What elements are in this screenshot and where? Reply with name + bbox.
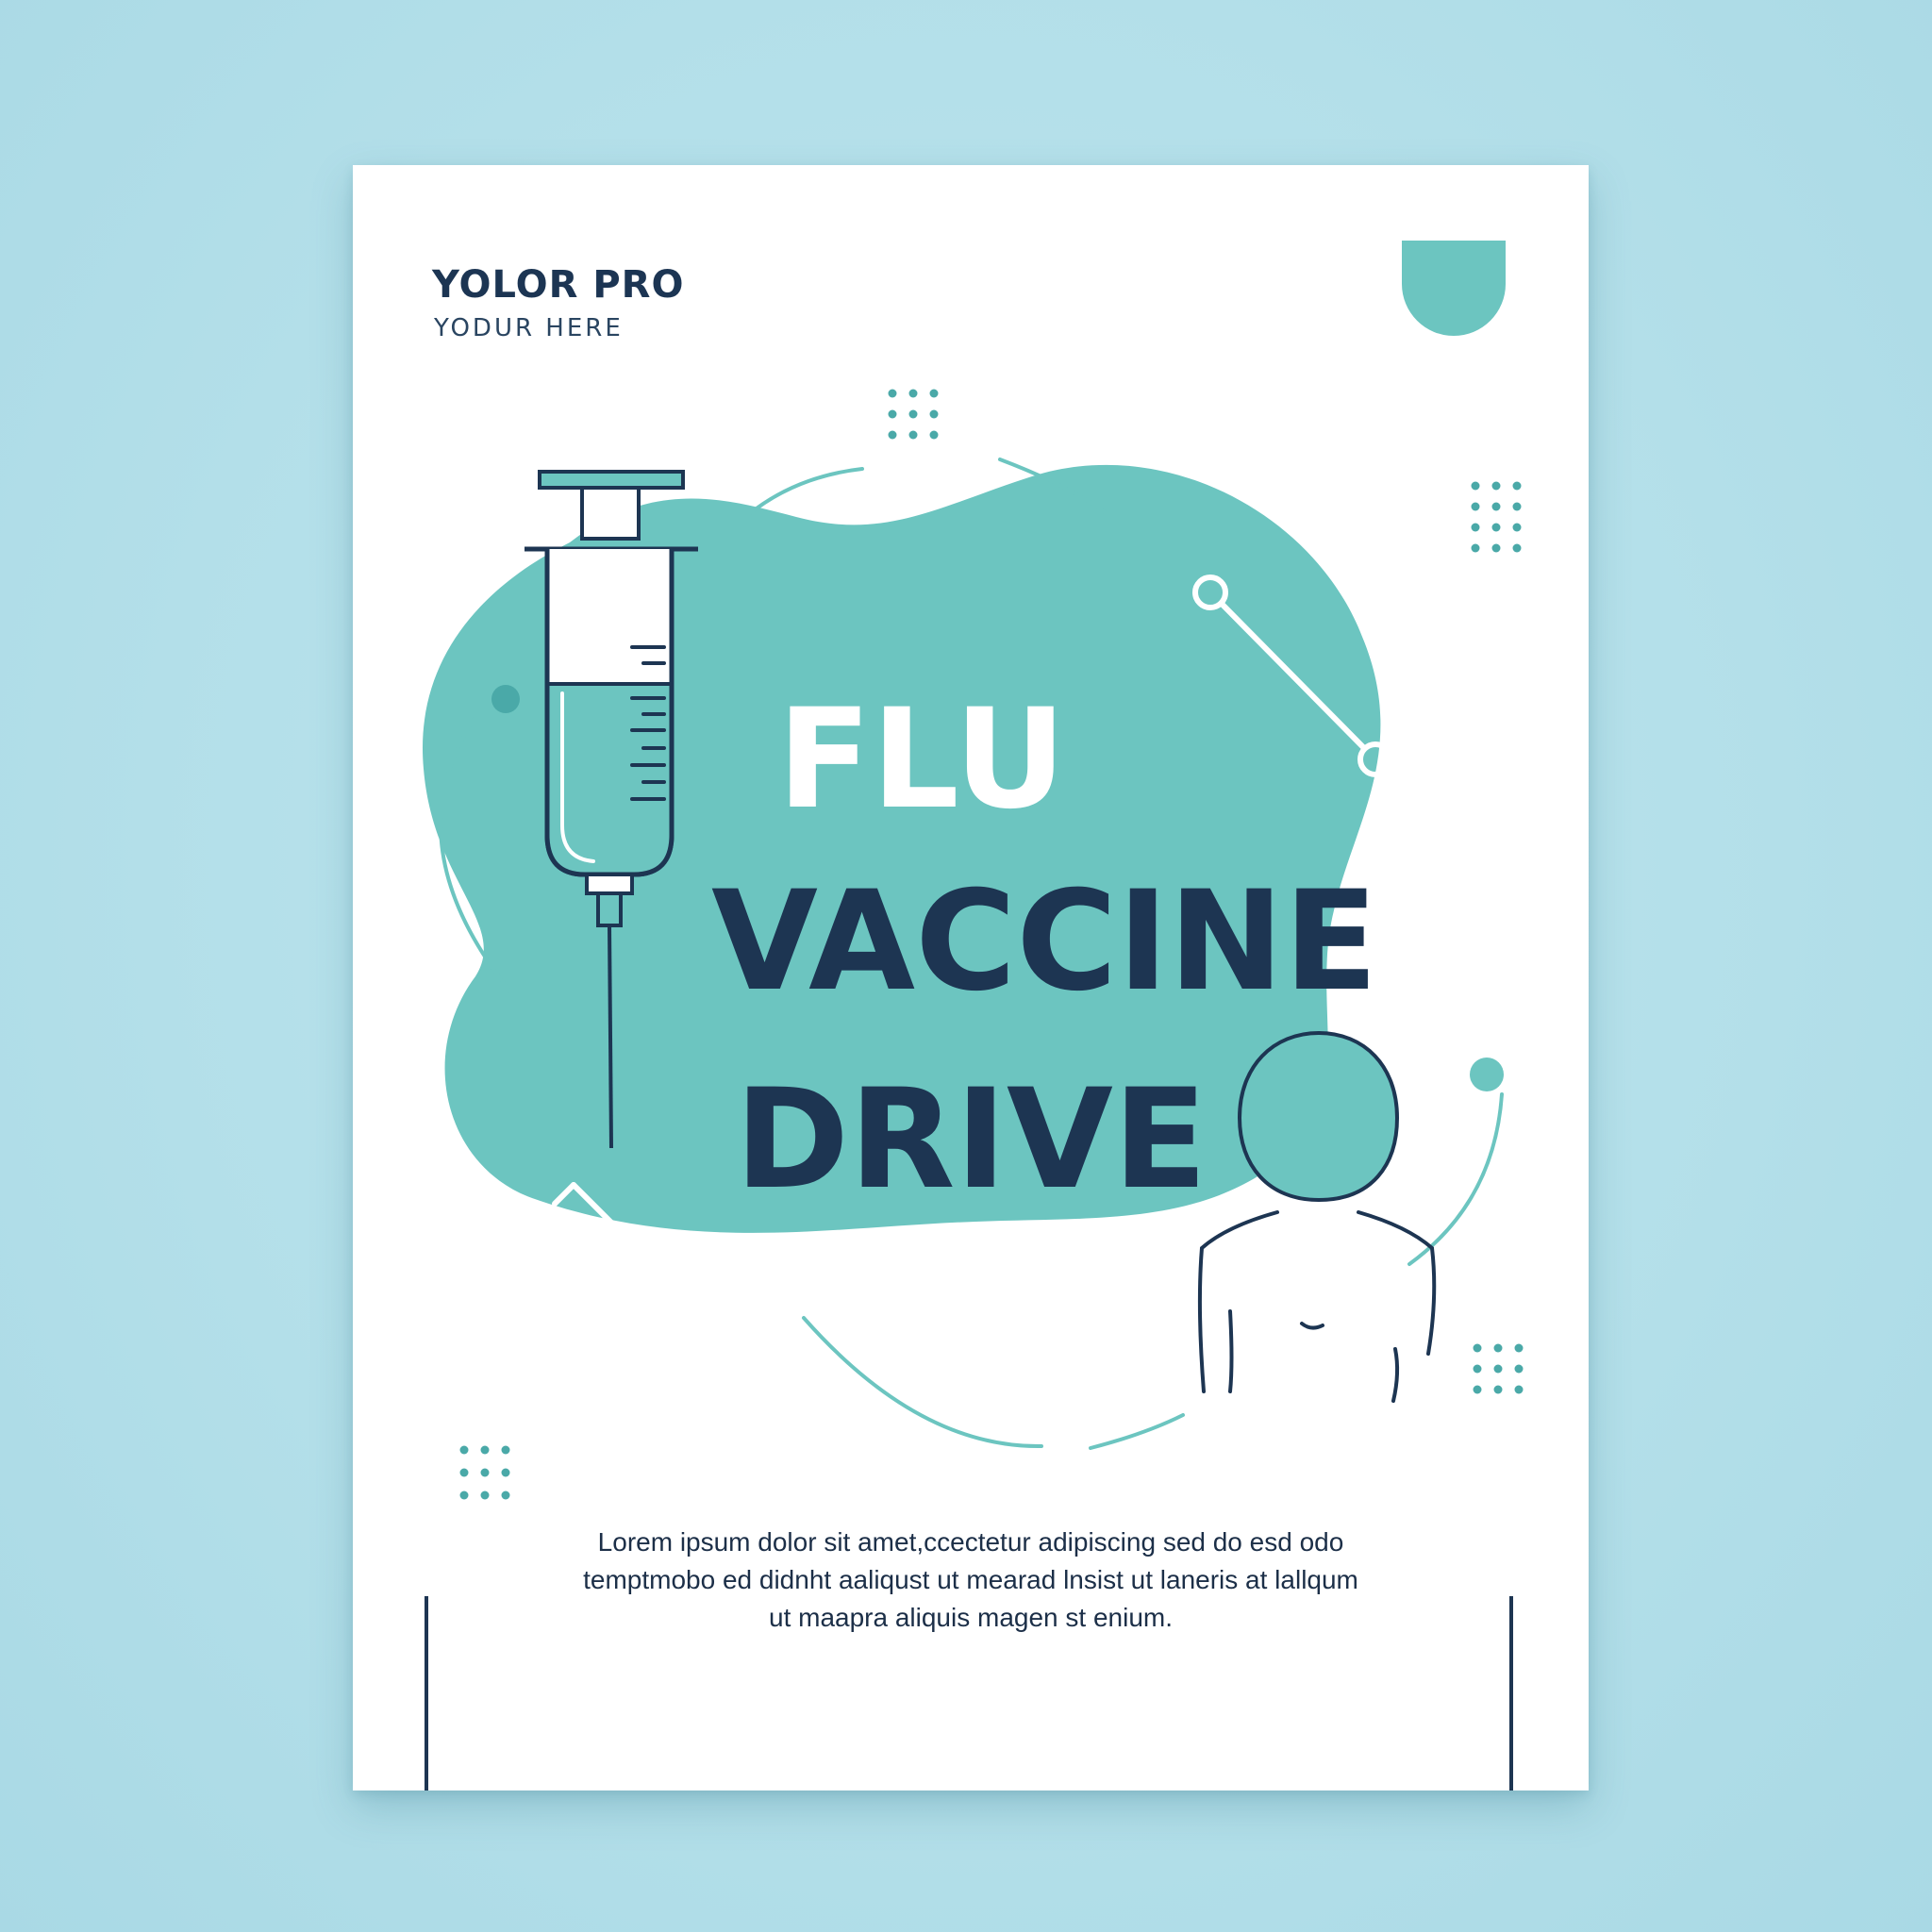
orbit-arc-bottom — [802, 1316, 1043, 1449]
accent-dot-left — [491, 685, 520, 713]
orbit-arc-bottom-right — [1089, 1413, 1185, 1450]
flyer-card: YOLOR PRO YODUR HERE FLU VACCINE DRIVE L… — [353, 165, 1589, 1790]
dot-grid-icon — [1471, 481, 1522, 553]
body-paragraph: Lorem ipsum dolor sit amet,ccectetur adi… — [583, 1527, 1358, 1632]
headline-line-2: VACCINE — [711, 861, 1378, 1022]
brand-title: YOLOR PRO — [432, 263, 685, 307]
headline-line-3: DRIVE — [735, 1059, 1208, 1220]
headline-line-1: FLU — [777, 679, 1067, 840]
brand-subtitle: YODUR HERE — [434, 314, 624, 342]
dot-grid-icon — [459, 1445, 510, 1500]
corner-tab-shape — [1402, 241, 1506, 336]
orbit-arc-top-left — [747, 467, 864, 516]
dot-grid-icon — [1473, 1343, 1524, 1394]
dot-grid-icon — [888, 389, 939, 440]
accent-dot-right — [1470, 1058, 1504, 1091]
orbit-arc-right — [1407, 1092, 1504, 1266]
